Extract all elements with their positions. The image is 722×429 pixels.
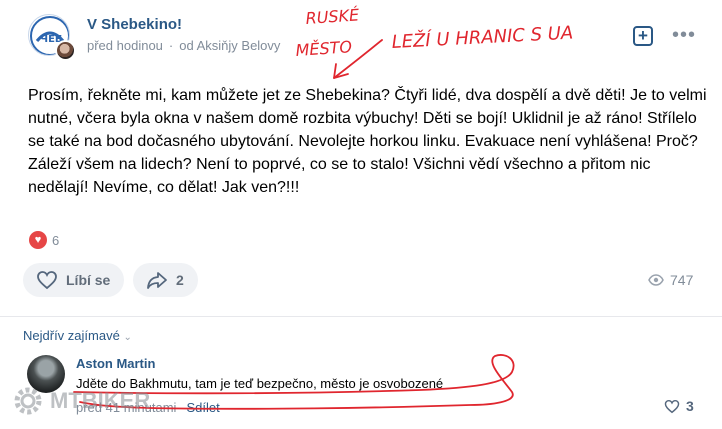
sort-label: Nejdřív zajímavé [23, 328, 120, 343]
author-avatar[interactable] [55, 40, 76, 61]
views-counter: 747 [648, 272, 693, 288]
post-text: Prosím, řekněte mi, kam můžete jet ze Sh… [28, 87, 707, 196]
watermark: MTBIKER [10, 383, 150, 419]
comment-like-button[interactable]: 3 [664, 398, 694, 414]
chevron-down-icon: ⌄ [123, 332, 132, 343]
group-name-link[interactable]: V Shebekino! [87, 16, 182, 33]
post-author-link[interactable]: od Aksiňjy Belovy [179, 38, 280, 53]
eye-icon [648, 274, 664, 286]
add-button[interactable]: + [633, 26, 653, 46]
views-count: 747 [670, 272, 694, 288]
heart-outline-icon [664, 399, 680, 413]
heart-outline-icon [37, 271, 57, 290]
post-card: ЧЕБ V Shebekino! před hodinou · od Aksiňjy… [0, 0, 722, 320]
comment-author-link[interactable]: Aston Martin [76, 356, 155, 371]
share-arrow-icon [147, 272, 167, 289]
section-divider [0, 316, 722, 317]
more-options-icon[interactable]: ••• [672, 24, 696, 47]
share-button[interactable]: 2 [133, 263, 198, 297]
comment-like-count: 3 [686, 398, 694, 414]
gear-logo-icon [14, 387, 42, 415]
comment-sort-dropdown[interactable]: Nejdřív zajímavé ⌄ [23, 328, 132, 343]
reactions-count[interactable]: 6 [52, 233, 59, 248]
comment-share-link[interactable]: Sdílet [186, 400, 219, 415]
meta-separator: · [168, 38, 174, 53]
like-button[interactable]: Líbí se [23, 263, 124, 297]
post-meta: před hodinou · od Aksiňjy Belovy [87, 38, 280, 53]
watermark-text: MTBIKER [50, 388, 151, 413]
post-time[interactable]: před hodinou [87, 38, 163, 53]
share-count: 2 [176, 272, 184, 288]
heart-reaction-icon[interactable]: ♥ [29, 231, 47, 249]
like-label: Líbí se [66, 272, 111, 288]
